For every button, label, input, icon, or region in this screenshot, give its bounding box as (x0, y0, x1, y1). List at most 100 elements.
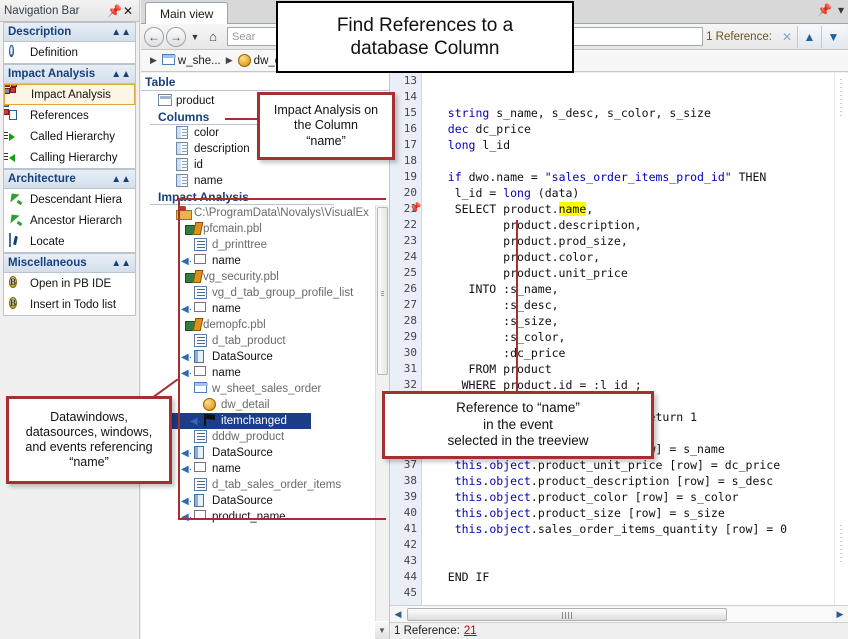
annotation-reference: Reference to “name”in the eventselected … (382, 391, 654, 459)
code-horizontal-scrollbar[interactable]: ◀ ▶ (390, 605, 848, 622)
line-number: 30 (390, 345, 421, 361)
sidebar-item-impact-analysis[interactable]: Impact Analysis (4, 84, 135, 105)
datasource-icon (194, 446, 209, 460)
tree-node-label: DataSource (212, 351, 273, 363)
tree-node-label: name (212, 303, 241, 315)
sidebar-item-definition[interactable]: i Definition (4, 42, 135, 63)
nav-group-header-miscellaneous[interactable]: Miscellaneous ▲▲ (4, 254, 135, 273)
tree-node[interactable]: ◀·DataSource (141, 493, 389, 509)
tree-node-label: name (212, 463, 241, 475)
todo-icon: B (9, 297, 25, 313)
reference-count-label: 1 Reference: (706, 31, 772, 43)
tree-node-label: itemchanged (221, 415, 287, 427)
sidebar-item-label: Descendant Hiera (30, 194, 122, 206)
back-arrow-icon[interactable]: ← (144, 27, 164, 47)
tree-node[interactable]: ◀· DataSource (141, 445, 389, 461)
tree-node[interactable]: C:\ProgramData\Novalys\VisualEx (141, 205, 389, 221)
line-number: 43 (390, 553, 421, 569)
sidebar-item-calling-hierarchy[interactable]: Calling Hierarchy (4, 147, 135, 168)
source-code-view[interactable]: string s_name, s_desc, s_color, s_size d… (423, 73, 834, 605)
back-reference-icon: ◀· (181, 352, 192, 363)
tree-node-label: vg_security.pbl (203, 271, 279, 283)
tree-node[interactable]: dddw_product (141, 429, 389, 445)
tree-node[interactable]: dw_detail (141, 397, 389, 413)
tree-node[interactable]: demopfc.pbl (141, 317, 389, 333)
references-icon (9, 108, 25, 124)
sidebar-item-insert-in-todo-list[interactable]: B Insert in Todo list (4, 294, 135, 315)
tree-node[interactable]: d_tab_product (141, 333, 389, 349)
tree-node[interactable]: d_printtree (141, 237, 389, 253)
chevron-up-icon[interactable]: ▲▲ (111, 27, 131, 38)
line-number: 13 (390, 73, 421, 89)
line-number: 22 (390, 217, 421, 233)
annotation-datawindows-text: Datawindows,datasources, windows,and eve… (25, 410, 152, 471)
tree-node[interactable]: ◀·name (141, 461, 389, 477)
sidebar-item-descendant-hierarchy[interactable]: Descendant Hiera (4, 189, 135, 210)
code-line: product.description, (423, 217, 834, 233)
scroll-down-button[interactable]: ▼ (375, 622, 389, 639)
impact-analysis-icon (10, 87, 26, 103)
chevron-up-icon[interactable]: ▲▲ (111, 258, 131, 269)
chevron-down-icon[interactable]: ▼ (821, 26, 845, 48)
tree-node[interactable]: ◀·name (141, 301, 389, 317)
status-bar: 1 Reference: 21 (390, 622, 848, 639)
tree-node[interactable]: d_tab_sales_order_items (141, 477, 389, 493)
event-flag-icon (203, 414, 218, 428)
scrollbar-thumb[interactable] (407, 608, 727, 621)
nav-group-header-description[interactable]: Description ▲▲ (4, 23, 135, 42)
nav-group-header-architecture[interactable]: Architecture ▲▲ (4, 170, 135, 189)
code-line: :s_size, (423, 313, 834, 329)
close-icon[interactable]: ✕ (121, 4, 135, 18)
scrollbar-thumb[interactable] (377, 207, 388, 375)
forward-arrow-icon[interactable]: → (166, 27, 186, 47)
tree-node[interactable]: vg_security.pbl (141, 269, 389, 285)
sidebar-item-ancestor-hierarchy[interactable]: Ancestor Hierarch (4, 210, 135, 231)
nav-group-header-impact-analysis[interactable]: Impact Analysis ▲▲ (4, 65, 135, 84)
chevron-right-icon[interactable]: ▶ (150, 55, 157, 66)
status-line-number[interactable]: 21 (464, 625, 477, 637)
tree-node-label: description (194, 143, 250, 155)
tab-main-view[interactable]: Main view (145, 2, 228, 24)
tree-node-label: DataSource (212, 447, 273, 459)
sidebar-item-called-hierarchy[interactable]: Called Hierarchy (4, 126, 135, 147)
history-dropdown-icon[interactable]: ▼ (188, 32, 202, 42)
code-line: l_id = long (data) (423, 185, 834, 201)
chevron-up-icon[interactable]: ▲ (797, 26, 821, 48)
window-icon (194, 382, 209, 396)
home-icon[interactable]: ⌂ (202, 29, 224, 44)
chevron-right-icon[interactable]: ▶ (226, 55, 233, 66)
code-line: :dc_price (423, 345, 834, 361)
chevron-up-icon[interactable]: ▲▲ (111, 174, 131, 185)
tree-node[interactable]: pfcmain.pbl (141, 221, 389, 237)
scroll-left-button[interactable]: ◀ (390, 609, 406, 620)
tree-node[interactable]: vg_d_tab_group_profile_list (141, 285, 389, 301)
sidebar-item-label: Called Hierarchy (30, 131, 115, 143)
scroll-right-button[interactable]: ▶ (832, 609, 848, 620)
tree-node[interactable]: ◀·name (141, 253, 389, 269)
tree-node[interactable]: ◀·name (141, 365, 389, 381)
chevron-up-icon[interactable]: ▲▲ (111, 69, 131, 80)
pin-icon[interactable]: 📌 (107, 4, 121, 18)
tree-node[interactable]: ◀·product_name (141, 509, 389, 525)
back-reference-icon: ◀· (181, 448, 192, 459)
tree-node[interactable]: w_sheet_sales_order (141, 381, 389, 397)
breadcrumb-item-window[interactable]: w_she... (162, 54, 221, 68)
code-vertical-scrollbar[interactable] (834, 73, 848, 605)
nav-group-architecture: Architecture ▲▲ Descendant Hiera (3, 169, 136, 253)
tree-node[interactable]: ◀· DataSource (141, 349, 389, 365)
pin-icon[interactable]: 📌 (817, 3, 832, 17)
locate-icon (9, 234, 25, 250)
close-icon[interactable]: ✕ (777, 30, 797, 44)
bookmark-pin-icon[interactable]: 📌 (409, 203, 420, 214)
sidebar-item-open-in-pb-ide[interactable]: B Open in PB IDE (4, 273, 135, 294)
back-reference-icon: ◀· (181, 368, 192, 379)
sidebar-item-locate[interactable]: Locate (4, 231, 135, 252)
sidebar-item-references[interactable]: References (4, 105, 135, 126)
sidebar-item-label: References (30, 110, 89, 122)
chevron-down-icon[interactable]: ▾ (838, 3, 844, 17)
line-number: 21📌 (390, 201, 421, 217)
code-line: string s_name, s_desc, s_color, s_size (423, 105, 834, 121)
scrollbar-track[interactable] (406, 607, 832, 622)
annotation-datawindows: Datawindows,datasources, windows,and eve… (6, 396, 172, 484)
tree-node[interactable]: name (141, 173, 389, 189)
